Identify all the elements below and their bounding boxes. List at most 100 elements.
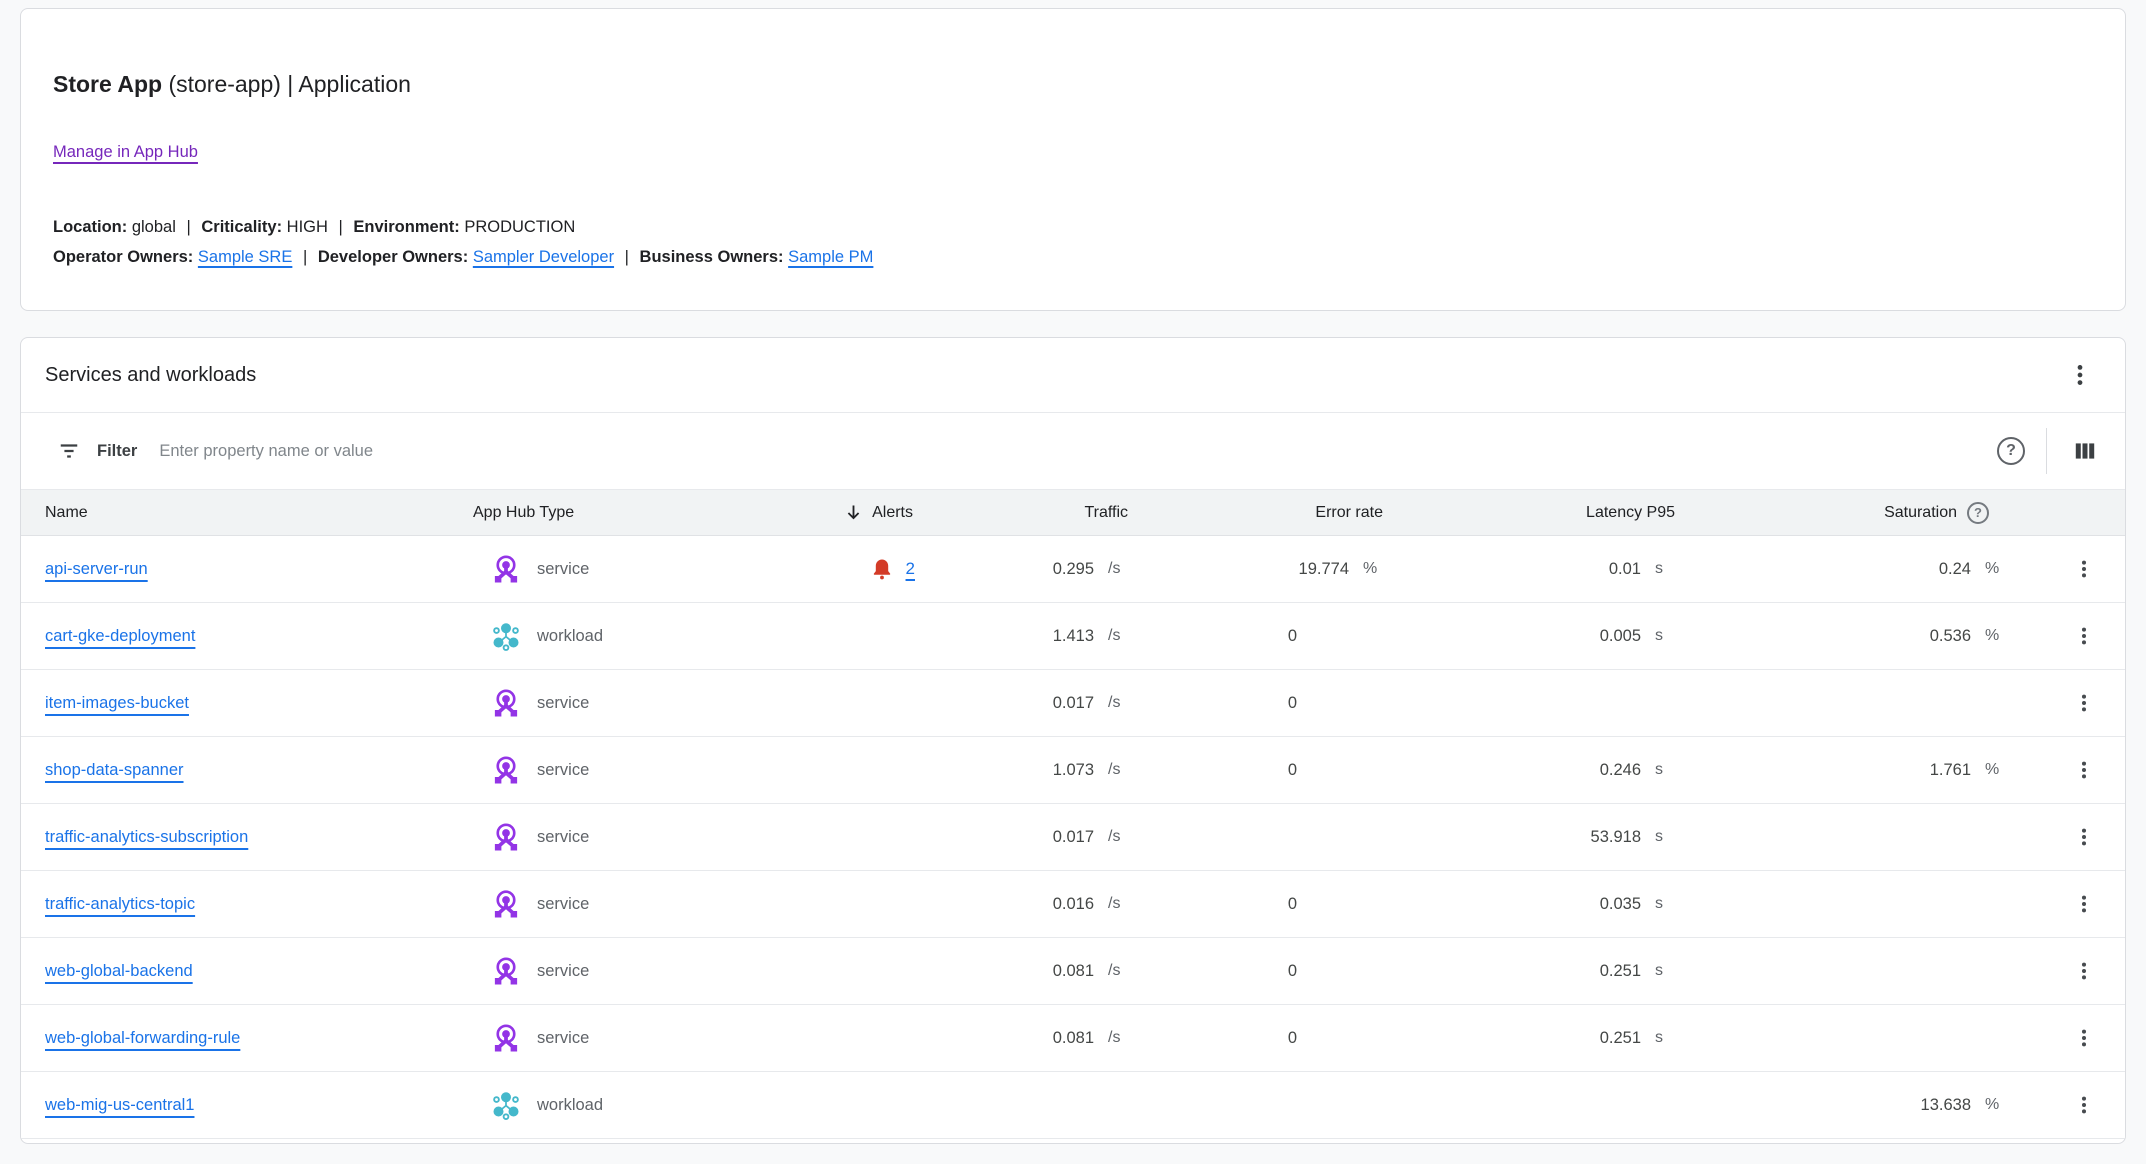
service-name-link[interactable]: web-global-forwarding-rule	[45, 1029, 240, 1048]
service-icon	[491, 755, 521, 785]
traffic-value: 0.017	[941, 828, 1094, 847]
column-header-app-hub-type[interactable]: App Hub Type	[467, 504, 781, 522]
filter-input[interactable]	[159, 442, 1997, 461]
kebab-menu-icon	[2073, 1027, 2095, 1049]
column-header-saturation[interactable]: Saturation ?	[1683, 502, 2013, 524]
traffic-value: 0.081	[941, 962, 1094, 981]
kebab-menu-icon	[2073, 1094, 2095, 1116]
service-name-link[interactable]: web-mig-us-central1	[45, 1096, 194, 1115]
page-background	[0, 1144, 2146, 1164]
saturation-unit: %	[1971, 627, 2013, 645]
traffic-value: 0.295	[941, 560, 1094, 579]
kebab-menu-icon	[2067, 362, 2093, 388]
service-name-link[interactable]: traffic-analytics-subscription	[45, 828, 248, 847]
saturation-value: 13.638	[1683, 1096, 1971, 1115]
app-hub-type-label: service	[537, 694, 589, 713]
saturation-value: 1.761	[1683, 761, 1971, 780]
traffic-unit: /s	[1094, 895, 1136, 913]
location-label: Location:	[53, 218, 127, 236]
operator-owner-link[interactable]: Sample SRE	[198, 248, 292, 266]
service-icon	[491, 688, 521, 718]
app-hub-type-label: service	[537, 895, 589, 914]
column-header-name[interactable]: Name	[21, 504, 467, 522]
column-header-alerts[interactable]: Alerts	[781, 502, 941, 523]
sort-descending-icon	[843, 502, 864, 523]
column-header-traffic[interactable]: Traffic	[941, 504, 1136, 522]
separator: |	[339, 218, 343, 236]
service-name-link[interactable]: shop-data-spanner	[45, 761, 184, 780]
saturation-unit: %	[1971, 1096, 2013, 1114]
latency-unit: s	[1641, 895, 1683, 913]
table-row: web-global-backend service 0.081/s 0 0.2…	[21, 938, 2125, 1005]
operator-owners-label: Operator Owners:	[53, 248, 193, 266]
service-name-link[interactable]: item-images-bucket	[45, 694, 189, 713]
workload-icon	[491, 621, 521, 651]
manage-in-app-hub-link[interactable]: Manage in App Hub	[53, 143, 198, 161]
traffic-unit: /s	[1094, 761, 1136, 779]
app-hub-type-label: service	[537, 828, 589, 847]
app-hub-type-label: service	[537, 761, 589, 780]
alert-count-link[interactable]: 2	[906, 559, 915, 579]
service-name-link[interactable]: traffic-analytics-topic	[45, 895, 195, 914]
separator: |	[625, 248, 629, 266]
table-row: cart-gke-deployment workload 1.413/s 0 0…	[21, 603, 2125, 670]
column-header-latency-p95[interactable]: Latency P95	[1391, 504, 1683, 522]
row-menu-button[interactable]	[2069, 1090, 2099, 1120]
row-menu-button[interactable]	[2069, 1023, 2099, 1053]
column-header-error-rate[interactable]: Error rate	[1136, 504, 1391, 522]
panel-menu-button[interactable]	[2063, 358, 2097, 392]
traffic-unit: /s	[1094, 828, 1136, 846]
environment-value: PRODUCTION	[464, 218, 575, 236]
table-row: shop-data-spanner service 1.073/s 0 0.24…	[21, 737, 2125, 804]
row-menu-button[interactable]	[2069, 554, 2099, 584]
table-row: web-mig-us-central1 workload 13.638%	[21, 1072, 2125, 1139]
filter-help-button[interactable]: ?	[1997, 437, 2025, 465]
row-menu-button[interactable]	[2069, 889, 2099, 919]
business-owners-label: Business Owners:	[640, 248, 784, 266]
app-hub-type-label: service	[537, 962, 589, 981]
traffic-value: 0.081	[941, 1029, 1094, 1048]
row-menu-button[interactable]	[2069, 621, 2099, 651]
traffic-unit: /s	[1094, 694, 1136, 712]
app-metadata: Location: global | Criticality: HIGH | E…	[53, 212, 2093, 272]
row-menu-button[interactable]	[2069, 956, 2099, 986]
workload-icon	[491, 1090, 521, 1120]
page-title: Store App (store-app) | Application	[53, 69, 2093, 99]
developer-owner-link[interactable]: Sampler Developer	[473, 248, 614, 266]
business-owner-link[interactable]: Sample PM	[788, 248, 873, 266]
table-row: web-global-forwarding-rule service 0.081…	[21, 1005, 2125, 1072]
app-name: Store App	[53, 71, 162, 97]
app-hub-type-label: service	[537, 560, 589, 579]
saturation-header-label: Saturation	[1884, 504, 1957, 522]
saturation-help-icon[interactable]: ?	[1967, 502, 1989, 524]
app-hub-type-label: workload	[537, 627, 603, 646]
row-menu-button[interactable]	[2069, 822, 2099, 852]
service-name-link[interactable]: web-global-backend	[45, 962, 193, 981]
panel-header: Services and workloads	[21, 338, 2125, 413]
table-row: traffic-analytics-topic service 0.016/s …	[21, 871, 2125, 938]
traffic-value: 0.016	[941, 895, 1094, 914]
row-menu-button[interactable]	[2069, 755, 2099, 785]
traffic-unit: /s	[1094, 962, 1136, 980]
location-value: global	[132, 218, 176, 236]
latency-value: 0.035	[1391, 895, 1641, 914]
latency-unit: s	[1641, 627, 1683, 645]
app-attributes-line: Location: global | Criticality: HIGH | E…	[53, 212, 2093, 242]
app-hub-type-label: service	[537, 1029, 589, 1048]
filter-button[interactable]: Filter	[58, 440, 137, 462]
app-info-card: Store App (store-app) | Application Mana…	[20, 8, 2126, 311]
traffic-unit: /s	[1094, 560, 1136, 578]
service-name-link[interactable]: api-server-run	[45, 560, 148, 579]
saturation-value: 0.536	[1683, 627, 1971, 646]
error-rate-value: 0	[1136, 1029, 1349, 1048]
question-mark-icon: ?	[1974, 505, 1982, 520]
error-rate-value: 19.774	[1136, 560, 1349, 579]
question-mark-icon: ?	[2006, 442, 2016, 460]
service-name-link[interactable]: cart-gke-deployment	[45, 627, 195, 646]
app-owners-line: Operator Owners: Sample SRE | Developer …	[53, 242, 2093, 272]
service-icon	[491, 554, 521, 584]
column-display-button[interactable]	[2068, 434, 2102, 468]
row-menu-button[interactable]	[2069, 688, 2099, 718]
criticality-value: HIGH	[287, 218, 328, 236]
traffic-unit: /s	[1094, 1029, 1136, 1047]
